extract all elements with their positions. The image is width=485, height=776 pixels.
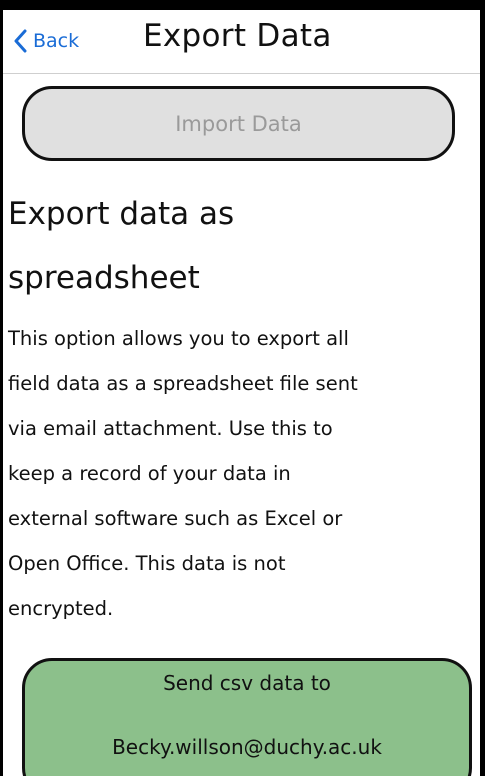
navigation-bar: Back Export Data <box>3 10 480 74</box>
send-csv-button-label: Send csv data to <box>163 671 331 695</box>
description-line: field data as a spreadsheet file sent <box>8 372 358 395</box>
page-title: Export Data <box>143 18 332 54</box>
description-line: external software such as Excel or <box>8 507 343 530</box>
description-line: keep a record of your data in <box>8 462 291 485</box>
send-csv-button[interactable]: Send csv data to Becky.willson@duchy.ac.… <box>22 658 472 776</box>
import-data-button-label: Import Data <box>175 111 302 136</box>
chevron-left-icon <box>13 29 27 53</box>
send-csv-recipient-email: Becky.willson@duchy.ac.uk <box>112 735 382 759</box>
back-button-label: Back <box>33 30 80 52</box>
import-data-button[interactable]: Import Data <box>22 86 455 161</box>
export-heading-line1: Export data as <box>8 196 235 232</box>
export-data-screen: Back Export Data Import Data Export data… <box>3 10 480 776</box>
export-section-heading: Export data as spreadsheet <box>8 182 473 310</box>
description-line: Open Office. This data is not <box>8 552 286 575</box>
back-button[interactable]: Back <box>13 24 79 58</box>
export-description: This option allows you to export all fie… <box>8 316 478 631</box>
description-line: encrypted. <box>8 597 114 620</box>
description-line: via email attachment. Use this to <box>8 417 333 440</box>
export-heading-line2: spreadsheet <box>8 260 200 296</box>
description-line: This option allows you to export all <box>8 327 349 350</box>
